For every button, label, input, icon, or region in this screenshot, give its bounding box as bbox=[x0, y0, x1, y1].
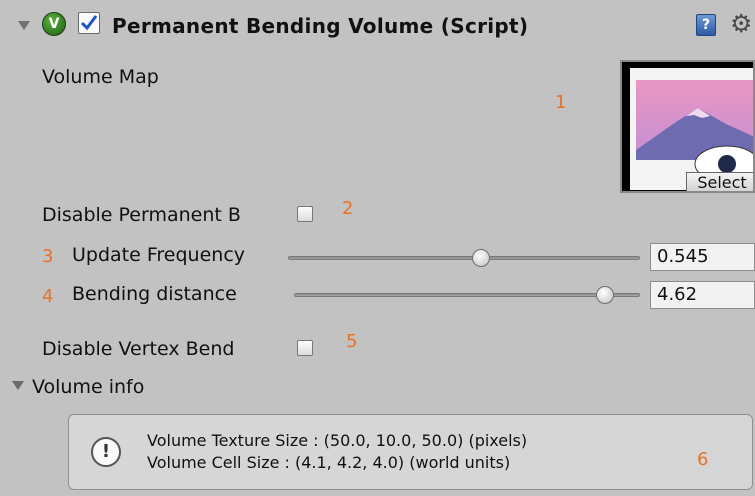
v-badge-icon: V bbox=[42, 12, 66, 36]
annotation-5: 5 bbox=[346, 331, 358, 352]
bending-distance-slider-thumb[interactable] bbox=[596, 286, 614, 304]
texture-select-button[interactable]: Select bbox=[686, 172, 753, 191]
info-exclamation-icon: ! bbox=[91, 437, 121, 467]
help-book-icon[interactable]: ? bbox=[696, 14, 716, 36]
component-enabled-checkbox[interactable] bbox=[78, 12, 100, 34]
bending-distance-label: Bending distance bbox=[72, 283, 237, 305]
volume-cell-size-text: Volume Cell Size : (4.1, 4.2, 4.0) (worl… bbox=[147, 453, 511, 472]
bending-distance-slider-track[interactable] bbox=[294, 293, 640, 297]
volume-info-foldout-arrow[interactable] bbox=[12, 381, 24, 390]
update-frequency-slider-track[interactable] bbox=[288, 256, 640, 260]
component-foldout-arrow[interactable] bbox=[18, 21, 30, 30]
update-frequency-field[interactable]: 0.545 bbox=[650, 243, 755, 271]
annotation-1: 1 bbox=[555, 92, 567, 113]
annotation-6: 6 bbox=[697, 449, 709, 470]
update-frequency-slider-thumb[interactable] bbox=[472, 249, 490, 267]
volume-map-texture-field[interactable]: Select bbox=[620, 60, 755, 193]
disable-permanent-checkbox[interactable] bbox=[297, 206, 313, 222]
annotation-3: 3 bbox=[42, 246, 54, 267]
bending-distance-field[interactable]: 4.62 bbox=[650, 281, 755, 309]
disable-vertex-bend-checkbox[interactable] bbox=[297, 340, 313, 356]
annotation-2: 2 bbox=[342, 198, 354, 219]
volume-map-label: Volume Map bbox=[42, 66, 159, 88]
volume-info-helpbox: ! Volume Texture Size : (50.0, 10.0, 50.… bbox=[68, 414, 753, 490]
volume-texture-size-text: Volume Texture Size : (50.0, 10.0, 50.0)… bbox=[147, 431, 528, 450]
volume-info-label[interactable]: Volume info bbox=[32, 376, 144, 398]
disable-vertex-bend-label: Disable Vertex Bend bbox=[42, 338, 235, 360]
checkmark-icon bbox=[80, 15, 98, 31]
gear-icon[interactable]: ⚙ bbox=[730, 9, 752, 38]
annotation-4: 4 bbox=[42, 286, 54, 307]
component-title: Permanent Bending Volume (Script) bbox=[112, 14, 529, 38]
update-frequency-label: Update Frequency bbox=[72, 244, 246, 266]
disable-permanent-label: Disable Permanent B bbox=[42, 204, 241, 226]
v-badge-letter: V bbox=[48, 16, 60, 32]
